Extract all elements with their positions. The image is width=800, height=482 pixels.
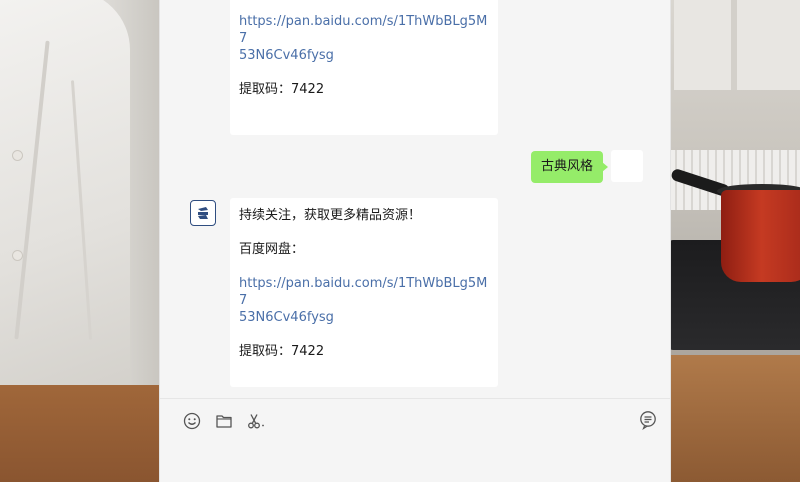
scissors-icon	[248, 414, 264, 429]
share-link[interactable]: https://pan.baidu.com/s/1ThWbBLg5M7 53N6C…	[239, 13, 489, 64]
send-file-button[interactable]	[214, 411, 234, 431]
message-intro: 持续关注，获取更多精品资源！	[239, 208, 422, 223]
extraction-code: 提取码：7422	[239, 344, 325, 359]
background-right-kitchen	[669, 0, 800, 482]
extraction-code: 提取码：7422	[239, 82, 325, 97]
self-avatar[interactable]	[611, 150, 643, 182]
incoming-message-card[interactable]: https://pan.baidu.com/s/1ThWbBLg5M7 53N6C…	[230, 0, 498, 135]
chat-window: https://pan.baidu.com/s/1ThWbBLg5M7 53N6C…	[159, 0, 671, 482]
share-link[interactable]: https://pan.baidu.com/s/1ThWbBLg5M7 53N6C…	[239, 275, 489, 326]
chat-history-icon	[640, 411, 656, 430]
disk-label: 百度网盘：	[239, 242, 305, 257]
background-left-shirt	[0, 0, 160, 482]
screenshot-button[interactable]	[246, 411, 266, 431]
message-list[interactable]: https://pan.baidu.com/s/1ThWbBLg5M7 53N6C…	[160, 0, 670, 398]
outgoing-message-bubble[interactable]: 古典风格	[531, 151, 609, 183]
folder-icon	[216, 415, 232, 428]
input-toolbar	[182, 410, 266, 432]
contact-avatar[interactable]	[190, 200, 216, 226]
emoji-button[interactable]	[182, 411, 202, 431]
message-input[interactable]	[160, 436, 670, 482]
incoming-message-card[interactable]: 持续关注，获取更多精品资源！ 百度网盘： https://pan.baidu.c…	[230, 198, 498, 387]
chat-history-button[interactable]	[638, 410, 658, 430]
emoji-icon	[183, 412, 201, 430]
contact-logo-icon	[194, 204, 212, 222]
input-divider	[160, 398, 670, 399]
